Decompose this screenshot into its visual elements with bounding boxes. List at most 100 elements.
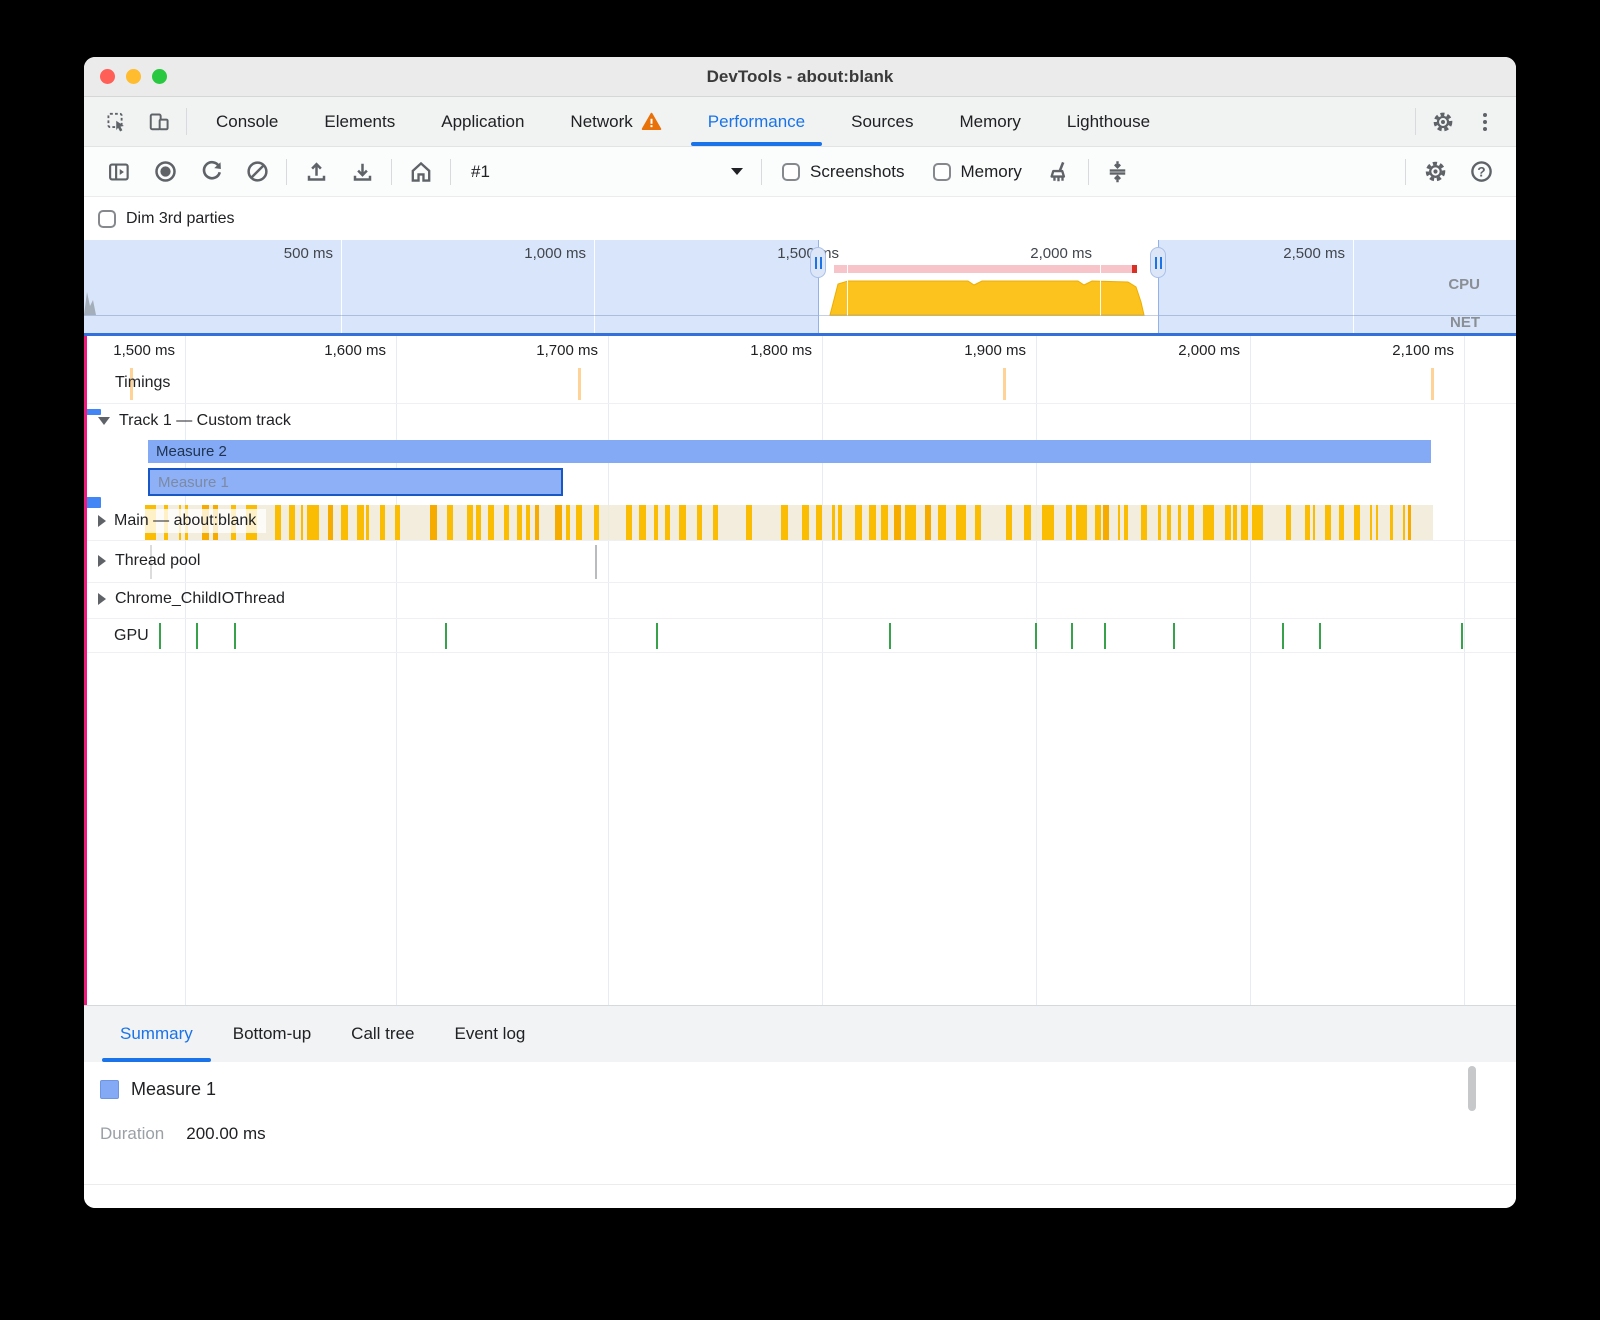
record-button[interactable]: [142, 152, 188, 192]
dim-third-parties-checkbox[interactable]: Dim 3rd parties: [98, 210, 234, 228]
row-separator: [84, 582, 1516, 583]
session-label: #1: [471, 162, 490, 182]
row-separator: [84, 618, 1516, 619]
flame-gridline: [1464, 336, 1465, 1005]
tab-application[interactable]: Application: [418, 97, 547, 146]
gpu-tick: [445, 623, 447, 649]
device-toolbar-button[interactable]: [138, 97, 180, 146]
ruler-tick-label: 1,900 ms: [964, 340, 1026, 362]
tab-performance[interactable]: Performance: [685, 97, 828, 146]
tab-console[interactable]: Console: [193, 97, 301, 146]
tab-label: Lighthouse: [1067, 112, 1150, 132]
activity-tick: [1167, 505, 1171, 540]
separator: [1415, 108, 1416, 135]
track1-header[interactable]: Track 1 — Custom track: [98, 412, 291, 430]
tab-label: Call tree: [351, 1024, 414, 1044]
chevron-expanded-icon[interactable]: [98, 417, 110, 425]
home-icon: [408, 159, 434, 185]
track-childio-header[interactable]: Chrome_ChildIOThread: [98, 590, 285, 608]
record-and-reload-button[interactable]: [188, 152, 234, 192]
tab-call-tree[interactable]: Call tree: [331, 1006, 434, 1062]
tab-summary[interactable]: Summary: [100, 1006, 213, 1062]
save-profile-button[interactable]: [339, 152, 385, 192]
tab-sources[interactable]: Sources: [828, 97, 936, 146]
activity-tick: [626, 505, 632, 540]
measure-bar-2[interactable]: Measure 1: [148, 468, 563, 496]
tab-label: Sources: [851, 112, 913, 132]
event-color-swatch: [100, 1080, 119, 1099]
gpu-tick: [196, 623, 198, 649]
activity-tick: [1241, 505, 1248, 540]
track-main-header[interactable]: Main — about:blank: [98, 509, 266, 533]
activity-tick: [1188, 505, 1194, 540]
shrink-flamechart-button[interactable]: [1095, 152, 1141, 192]
tab-network[interactable]: Network: [547, 97, 684, 146]
screenshots-checkbox[interactable]: Screenshots: [782, 162, 905, 182]
gpu-tick: [159, 623, 161, 649]
checkbox-box[interactable]: [933, 163, 951, 181]
timing-mark[interactable]: [1431, 368, 1434, 400]
activity-tick: [301, 505, 303, 540]
tab-lighthouse[interactable]: Lighthouse: [1044, 97, 1173, 146]
activity-tick: [1390, 505, 1393, 540]
separator: [1405, 159, 1406, 185]
timing-mark[interactable]: [1003, 368, 1006, 400]
track-timings-label: Timings: [115, 374, 170, 392]
row-separator: [84, 403, 1516, 404]
activity-tick: [1408, 505, 1411, 540]
session-select[interactable]: #1: [457, 162, 755, 182]
inspect-element-button[interactable]: [96, 97, 138, 146]
checkbox-box[interactable]: [98, 210, 116, 228]
activity-tick: [1354, 505, 1360, 540]
duration-label: Duration: [100, 1124, 164, 1144]
gpu-tick: [1104, 623, 1106, 649]
main-thread-activity-band[interactable]: [145, 505, 1433, 540]
measure-label: Measure 2: [156, 443, 227, 460]
summary-header: Measure 1: [100, 1079, 216, 1100]
tab-event-log[interactable]: Event log: [434, 1006, 545, 1062]
tab-label: Elements: [324, 112, 395, 132]
tab-memory[interactable]: Memory: [936, 97, 1043, 146]
separator: [286, 159, 287, 185]
activity-tick: [1252, 505, 1263, 540]
checkbox-box[interactable]: [782, 163, 800, 181]
tab-bottom-up[interactable]: Bottom-up: [213, 1006, 331, 1062]
chevron-collapsed-icon[interactable]: [98, 555, 106, 567]
more-options-button[interactable]: [1464, 97, 1506, 146]
load-profile-button[interactable]: [293, 152, 339, 192]
track-gpu-header[interactable]: GPU: [114, 627, 149, 645]
tab-elements[interactable]: Elements: [301, 97, 418, 146]
home-button[interactable]: [398, 152, 444, 192]
timing-mark[interactable]: [578, 368, 581, 400]
capture-settings-button[interactable]: [1412, 152, 1458, 192]
flame-chart[interactable]: 1,500 ms1,600 ms1,700 ms1,800 ms1,900 ms…: [84, 336, 1516, 1005]
activity-tick: [679, 505, 686, 540]
net-row-label: NET: [1450, 314, 1480, 331]
memory-checkbox[interactable]: Memory: [933, 162, 1022, 182]
activity-tick: [1370, 505, 1372, 540]
chevron-collapsed-icon[interactable]: [98, 593, 106, 605]
left-selection-handle[interactable]: [810, 247, 826, 278]
overview-tick-label: 1,000 ms: [524, 243, 586, 265]
activity-tick: [380, 505, 385, 540]
clear-recording-button[interactable]: [234, 152, 280, 192]
timeline-overview[interactable]: 500 ms1,000 ms1,500 ms2,000 ms2,500 msCP…: [84, 240, 1516, 333]
summary-scrollbar[interactable]: [1468, 1066, 1476, 1111]
gear-icon: [1424, 160, 1447, 183]
help-button[interactable]: [1458, 152, 1504, 192]
chevron-collapsed-icon[interactable]: [98, 515, 106, 527]
measure-bar-1[interactable]: Measure 2: [148, 440, 1431, 463]
activity-tick: [1286, 505, 1291, 540]
track-threadpool-header[interactable]: Thread pool: [98, 552, 200, 570]
tab-label: Event log: [454, 1024, 525, 1044]
activity-tick: [1095, 505, 1101, 540]
activity-tick: [467, 505, 473, 540]
activity-tick: [881, 505, 888, 540]
collect-garbage-button[interactable]: [1036, 152, 1082, 192]
main-thread-label: Main — about:blank: [114, 512, 256, 530]
toggle-sidebar-button[interactable]: [96, 152, 142, 192]
activity-tick: [1403, 505, 1405, 540]
activity-tick: [713, 505, 718, 540]
right-selection-handle[interactable]: [1150, 247, 1166, 278]
devtools-settings-button[interactable]: [1422, 97, 1464, 146]
